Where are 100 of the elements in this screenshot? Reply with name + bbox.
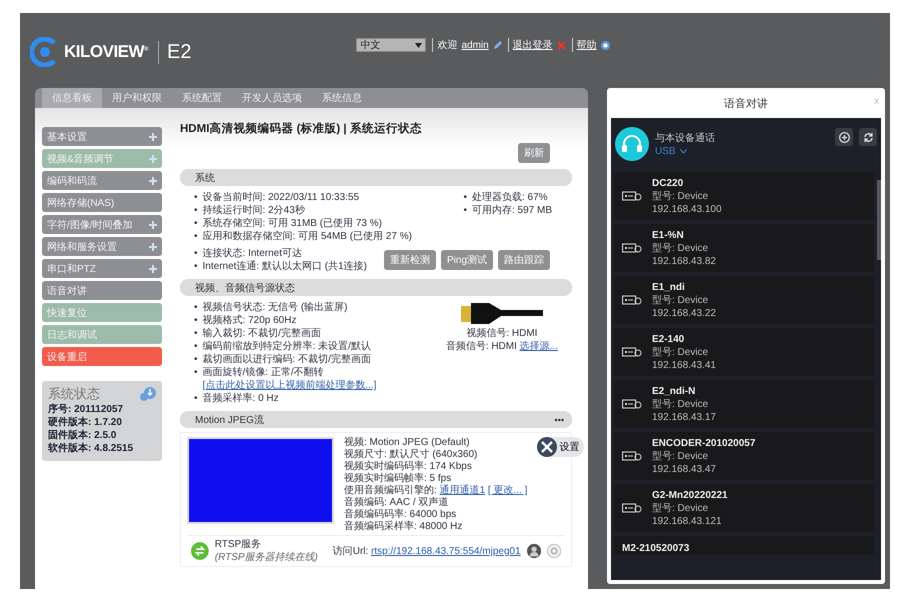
call-label: 与本设备通话 bbox=[655, 132, 716, 146]
tab[interactable]: 用户和权限 bbox=[102, 88, 172, 108]
device-model: 型号: Device bbox=[652, 398, 710, 410]
sidebar-item[interactable]: 串口和PTZ bbox=[42, 259, 162, 278]
device-item[interactable]: G2-Mn20220221 型号: Device 192.168.43.121 bbox=[614, 484, 874, 532]
section-title: Motion JPEG流 bbox=[195, 414, 264, 426]
bullet: • bbox=[194, 217, 198, 230]
device-ip: 192.168.43.82 bbox=[652, 254, 716, 268]
stream-info: 视频尺寸: 默认尺寸 (640x360) bbox=[344, 449, 478, 460]
sidebar-item[interactable]: 网络存储(NAS) bbox=[42, 193, 162, 212]
sidebar-item[interactable]: 字符/图像/时间叠加 bbox=[42, 215, 162, 234]
settings-button[interactable]: 设置 bbox=[537, 437, 584, 457]
url-label: 访问Url: bbox=[332, 546, 368, 557]
device-model: 型号: Device bbox=[652, 242, 710, 254]
device-ip: 192.168.43.41 bbox=[652, 358, 716, 372]
status-line: 硬件版本: 1.7.20 bbox=[48, 416, 123, 429]
signal-item: 编码前缩放到特定分辨率: 未设置/默认 bbox=[202, 340, 371, 353]
settings-link[interactable]: [点击此处设置以上视频前端处理参数...] bbox=[202, 379, 376, 392]
device-model: 型号: Device bbox=[652, 190, 710, 202]
close-icon[interactable] bbox=[556, 40, 566, 50]
tab[interactable]: 信息看板 bbox=[42, 88, 102, 108]
status-item: 可用内存: 597 MB bbox=[472, 204, 552, 217]
pencil-icon[interactable] bbox=[492, 40, 502, 50]
help-link[interactable]: 帮助 bbox=[572, 38, 597, 52]
url-link[interactable]: rtsp://192.168.43.75:554/mjpeg01 bbox=[371, 546, 521, 557]
bullet: • bbox=[194, 327, 198, 340]
bullet: • bbox=[194, 340, 198, 353]
model-name: E2 bbox=[158, 40, 192, 64]
status-item: 应用和数据存储空间: 可用 54MB (已使用 27 %) bbox=[202, 230, 412, 243]
sidebar-item[interactable]: 日志和调试 bbox=[42, 325, 162, 344]
bullet: • bbox=[194, 191, 198, 204]
scrollbar[interactable] bbox=[877, 180, 881, 260]
device-item[interactable]: E1_ndi 型号: Device 192.168.43.22 bbox=[614, 276, 874, 324]
sidebar-item[interactable]: 编码和码流 bbox=[42, 171, 162, 190]
bullet: • bbox=[194, 260, 198, 273]
signal-item: 画面旋转/镜像: 正常/不翻转 bbox=[202, 366, 324, 379]
network-item: Internet连通: 默认以太网口 (共1连接) bbox=[202, 260, 367, 273]
stream-info: 视频实时编码码率: 174 Kbps bbox=[344, 461, 473, 472]
sidebar-item[interactable]: 设备重启 bbox=[42, 347, 162, 366]
status-item: 设备当前时间: 2022/03/11 10:33:55 bbox=[202, 191, 360, 204]
select-source-link[interactable]: 选择源... bbox=[520, 341, 558, 352]
sidebar-item[interactable]: 快速复位 bbox=[42, 303, 162, 322]
stream-info: 音频编码: AAC / 双声道 bbox=[344, 497, 450, 508]
download-icon[interactable] bbox=[140, 387, 156, 401]
tab[interactable]: 系统配置 bbox=[172, 88, 232, 108]
refresh-button[interactable]: 刷新 bbox=[518, 143, 550, 163]
tab[interactable]: 系统信息 bbox=[312, 88, 372, 108]
audio-source: 音频信号: HDMI bbox=[446, 341, 517, 352]
change-link[interactable]: [ 更改... ] bbox=[488, 485, 528, 496]
more-button[interactable]: ••• bbox=[554, 414, 564, 424]
device-icon bbox=[622, 346, 642, 358]
help-icon[interactable] bbox=[600, 40, 610, 50]
refresh-button[interactable] bbox=[859, 128, 877, 146]
device-item[interactable]: E2_ndi-N 型号: Device 192.168.43.17 bbox=[614, 380, 874, 428]
network-item: 连接状态: Internet可达 bbox=[202, 247, 302, 260]
input-select[interactable]: USB bbox=[655, 146, 829, 156]
device-ip: 192.168.43.47 bbox=[652, 462, 717, 476]
bullet: • bbox=[194, 230, 198, 243]
section-title: 视频、音频信号源状态 bbox=[195, 282, 295, 294]
device-ip: 192.168.43.22 bbox=[652, 306, 716, 320]
sidebar-item[interactable]: 网络和服务设置 bbox=[42, 237, 162, 256]
stream-info: 视频实时编码帧率: 5 fps bbox=[344, 473, 452, 484]
device-model: 型号: Device bbox=[652, 294, 710, 306]
status-line: 固件版本: 2.5.0 bbox=[48, 429, 118, 442]
network-button[interactable]: Ping测试 bbox=[440, 250, 493, 270]
device-ip: 192.168.43.121 bbox=[652, 514, 723, 528]
close-button[interactable]: x bbox=[874, 96, 879, 107]
dialog-title: 语音对讲 bbox=[724, 96, 768, 110]
stream-info: 视频: Motion JPEG (Default) bbox=[344, 437, 471, 448]
device-model: 型号: Device bbox=[652, 502, 710, 514]
signal-item: 输入裁切: 不裁切/完整画面 bbox=[202, 327, 321, 340]
add-button[interactable] bbox=[835, 128, 853, 146]
language-select[interactable]: 中文 bbox=[356, 38, 426, 52]
signal-item: 音频采样率: 0 Hz bbox=[202, 392, 279, 405]
device-icon bbox=[622, 242, 642, 254]
sidebar-item[interactable]: 语音对讲 bbox=[42, 281, 162, 300]
network-button[interactable]: 重新检测 bbox=[384, 250, 436, 270]
network-button[interactable]: 路由跟踪 bbox=[498, 250, 550, 270]
sidebar-item[interactable]: 视频&音频调节 bbox=[42, 149, 162, 168]
logout-link[interactable]: 退出登录 bbox=[508, 38, 553, 52]
plus-icon bbox=[838, 132, 850, 142]
device-item[interactable]: E2-140 型号: Device 192.168.43.41 bbox=[614, 328, 874, 376]
user-icon[interactable] bbox=[526, 543, 541, 559]
device-name: E1-%N bbox=[652, 228, 685, 242]
video-source: 视频信号: HDMI bbox=[466, 327, 538, 340]
device-item[interactable]: ENCODER-201020057 型号: Device 192.168.43.47 bbox=[614, 432, 874, 480]
device-item[interactable]: E1-%N 型号: Device 192.168.43.82 bbox=[614, 224, 874, 272]
status-title: 系统状态 bbox=[48, 385, 100, 403]
signal-item: 视频信号状态: 无信号 (输出蓝屏) bbox=[202, 301, 348, 314]
user-link[interactable]: admin bbox=[461, 40, 489, 50]
stream-info: 使用音频编码引擎的: bbox=[344, 485, 437, 496]
device-name: G2-Mn20220221 bbox=[652, 488, 728, 502]
service-name: RTSP服务 bbox=[214, 538, 262, 551]
device-item[interactable]: DC220 型号: Device 192.168.43.100 bbox=[614, 172, 874, 220]
device-item[interactable]: M2-210520073 bbox=[614, 536, 874, 555]
device-icon bbox=[622, 450, 642, 462]
engine-link[interactable]: 通用通道1 bbox=[440, 485, 486, 496]
sidebar-item[interactable]: 基本设置 bbox=[42, 127, 162, 146]
tab[interactable]: 开发人员选项 bbox=[232, 88, 312, 108]
bullet: • bbox=[194, 314, 198, 327]
